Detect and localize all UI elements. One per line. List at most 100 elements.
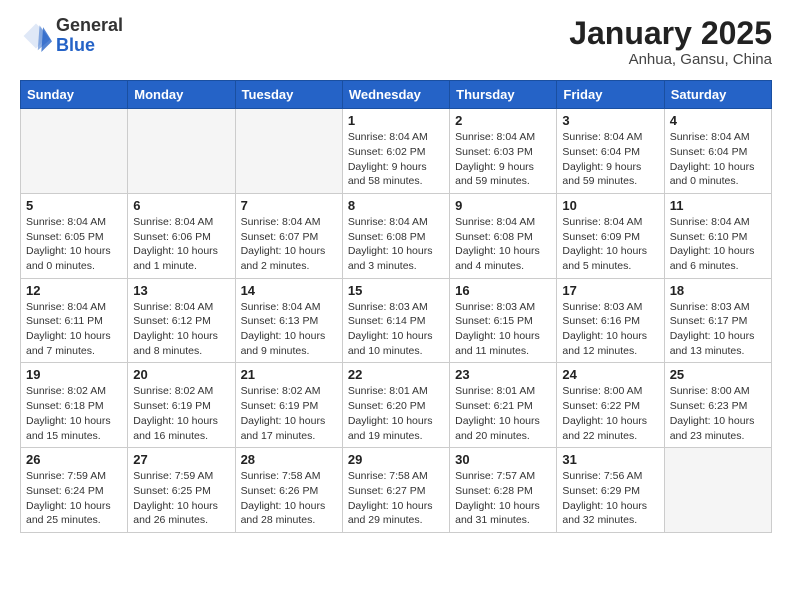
day-info: Sunrise: 7:58 AM Sunset: 6:26 PM Dayligh… bbox=[241, 469, 337, 528]
day-number: 11 bbox=[670, 198, 766, 213]
day-info: Sunrise: 8:02 AM Sunset: 6:19 PM Dayligh… bbox=[133, 384, 229, 443]
calendar-cell: 3 Sunrise: 8:04 AM Sunset: 6:04 PM Daylig… bbox=[557, 109, 664, 194]
day-info: Sunrise: 8:01 AM Sunset: 6:20 PM Dayligh… bbox=[348, 384, 444, 443]
calendar-day-header: Sunday bbox=[21, 81, 128, 109]
calendar-day-header: Saturday bbox=[664, 81, 771, 109]
day-number: 21 bbox=[241, 367, 337, 382]
page: General Blue January 2025 Anhua, Gansu, … bbox=[0, 0, 792, 549]
day-number: 27 bbox=[133, 452, 229, 467]
day-info: Sunrise: 8:04 AM Sunset: 6:08 PM Dayligh… bbox=[455, 215, 551, 274]
day-number: 23 bbox=[455, 367, 551, 382]
calendar-cell bbox=[21, 109, 128, 194]
calendar-cell: 26Sunrise: 7:59 AM Sunset: 6:24 PM Dayli… bbox=[21, 448, 128, 533]
day-info: Sunrise: 8:02 AM Sunset: 6:19 PM Dayligh… bbox=[241, 384, 337, 443]
logo-general: General bbox=[56, 15, 123, 35]
calendar-week-row: 1Sunrise: 8:04 AM Sunset: 6:02 PM Daylig… bbox=[21, 109, 772, 194]
calendar-week-row: 19Sunrise: 8:02 AM Sunset: 6:18 PM Dayli… bbox=[21, 363, 772, 448]
day-number: 24 bbox=[562, 367, 658, 382]
day-number: 29 bbox=[348, 452, 444, 467]
day-number: 14 bbox=[241, 283, 337, 298]
calendar-cell: 2Sunrise: 8:04 AM Sunset: 6:03 PM Daylig… bbox=[450, 109, 557, 194]
calendar-cell bbox=[128, 109, 235, 194]
calendar-cell: 15 Sunrise: 8:03 AM Sunset: 6:14 PM Dayli… bbox=[342, 278, 449, 363]
calendar-cell: 6 Sunrise: 8:04 AM Sunset: 6:06 PM Daylig… bbox=[128, 193, 235, 278]
day-number: 10 bbox=[562, 198, 658, 213]
calendar-header: SundayMondayTuesdayWednesdayThursdayFrid… bbox=[21, 81, 772, 109]
day-number: 13 bbox=[133, 283, 229, 298]
logo-icon bbox=[20, 20, 52, 52]
header: General Blue January 2025 Anhua, Gansu, … bbox=[20, 16, 772, 68]
day-info: Sunrise: 8:03 AM Sunset: 6:14 PM Dayligh… bbox=[348, 300, 444, 359]
logo: General Blue bbox=[20, 16, 123, 56]
calendar-cell: 21 Sunrise: 8:02 AM Sunset: 6:19 PM Dayli… bbox=[235, 363, 342, 448]
calendar-cell: 23Sunrise: 8:01 AM Sunset: 6:21 PM Dayli… bbox=[450, 363, 557, 448]
day-number: 22 bbox=[348, 367, 444, 382]
day-number: 16 bbox=[455, 283, 551, 298]
day-number: 31 bbox=[562, 452, 658, 467]
day-info: Sunrise: 8:04 AM Sunset: 6:10 PM Dayligh… bbox=[670, 215, 766, 274]
day-number: 30 bbox=[455, 452, 551, 467]
calendar-cell: 13 Sunrise: 8:04 AM Sunset: 6:12 PM Dayli… bbox=[128, 278, 235, 363]
calendar-cell: 1Sunrise: 8:04 AM Sunset: 6:02 PM Daylig… bbox=[342, 109, 449, 194]
day-number: 17 bbox=[562, 283, 658, 298]
calendar-cell: 20 Sunrise: 8:02 AM Sunset: 6:19 PM Dayli… bbox=[128, 363, 235, 448]
calendar-day-header: Thursday bbox=[450, 81, 557, 109]
day-info: Sunrise: 8:04 AM Sunset: 6:13 PM Dayligh… bbox=[241, 300, 337, 359]
day-number: 6 bbox=[133, 198, 229, 213]
day-info: Sunrise: 7:59 AM Sunset: 6:24 PM Dayligh… bbox=[26, 469, 122, 528]
day-info: Sunrise: 8:03 AM Sunset: 6:15 PM Dayligh… bbox=[455, 300, 551, 359]
calendar-title: January 2025 bbox=[569, 16, 772, 51]
calendar-cell: 14 Sunrise: 8:04 AM Sunset: 6:13 PM Dayli… bbox=[235, 278, 342, 363]
day-info: Sunrise: 8:04 AM Sunset: 6:12 PM Dayligh… bbox=[133, 300, 229, 359]
day-number: 5 bbox=[26, 198, 122, 213]
calendar-cell bbox=[235, 109, 342, 194]
day-number: 9 bbox=[455, 198, 551, 213]
calendar-week-row: 5 Sunrise: 8:04 AM Sunset: 6:05 PM Daylig… bbox=[21, 193, 772, 278]
calendar-day-header: Monday bbox=[128, 81, 235, 109]
day-number: 20 bbox=[133, 367, 229, 382]
calendar-cell: 4 Sunrise: 8:04 AM Sunset: 6:04 PM Daylig… bbox=[664, 109, 771, 194]
calendar-cell: 31 Sunrise: 7:56 AM Sunset: 6:29 PM Dayli… bbox=[557, 448, 664, 533]
day-info: Sunrise: 8:04 AM Sunset: 6:11 PM Dayligh… bbox=[26, 300, 122, 359]
calendar-cell: 18Sunrise: 8:03 AM Sunset: 6:17 PM Dayli… bbox=[664, 278, 771, 363]
calendar-day-header: Friday bbox=[557, 81, 664, 109]
calendar-cell: 28 Sunrise: 7:58 AM Sunset: 6:26 PM Dayli… bbox=[235, 448, 342, 533]
day-info: Sunrise: 8:00 AM Sunset: 6:23 PM Dayligh… bbox=[670, 384, 766, 443]
day-number: 1 bbox=[348, 113, 444, 128]
logo-blue: Blue bbox=[56, 35, 95, 55]
day-info: Sunrise: 7:58 AM Sunset: 6:27 PM Dayligh… bbox=[348, 469, 444, 528]
day-number: 28 bbox=[241, 452, 337, 467]
calendar-cell: 30 Sunrise: 7:57 AM Sunset: 6:28 PM Dayli… bbox=[450, 448, 557, 533]
day-info: Sunrise: 8:02 AM Sunset: 6:18 PM Dayligh… bbox=[26, 384, 122, 443]
calendar-cell: 19Sunrise: 8:02 AM Sunset: 6:18 PM Dayli… bbox=[21, 363, 128, 448]
calendar-cell: 27 Sunrise: 7:59 AM Sunset: 6:25 PM Dayli… bbox=[128, 448, 235, 533]
day-number: 15 bbox=[348, 283, 444, 298]
day-number: 4 bbox=[670, 113, 766, 128]
calendar-body: 1Sunrise: 8:04 AM Sunset: 6:02 PM Daylig… bbox=[21, 109, 772, 533]
calendar-subtitle: Anhua, Gansu, China bbox=[569, 51, 772, 68]
calendar-day-header: Tuesday bbox=[235, 81, 342, 109]
day-number: 7 bbox=[241, 198, 337, 213]
calendar-table: SundayMondayTuesdayWednesdayThursdayFrid… bbox=[20, 80, 772, 533]
day-info: Sunrise: 8:00 AM Sunset: 6:22 PM Dayligh… bbox=[562, 384, 658, 443]
calendar-cell: 29 Sunrise: 7:58 AM Sunset: 6:27 PM Dayli… bbox=[342, 448, 449, 533]
day-info: Sunrise: 7:59 AM Sunset: 6:25 PM Dayligh… bbox=[133, 469, 229, 528]
day-number: 3 bbox=[562, 113, 658, 128]
calendar-cell bbox=[664, 448, 771, 533]
calendar-cell: 16 Sunrise: 8:03 AM Sunset: 6:15 PM Dayli… bbox=[450, 278, 557, 363]
calendar-cell: 5 Sunrise: 8:04 AM Sunset: 6:05 PM Daylig… bbox=[21, 193, 128, 278]
day-info: Sunrise: 8:04 AM Sunset: 6:05 PM Dayligh… bbox=[26, 215, 122, 274]
day-info: Sunrise: 8:04 AM Sunset: 6:04 PM Dayligh… bbox=[670, 130, 766, 189]
day-number: 8 bbox=[348, 198, 444, 213]
day-info: Sunrise: 7:56 AM Sunset: 6:29 PM Dayligh… bbox=[562, 469, 658, 528]
day-info: Sunrise: 8:04 AM Sunset: 6:04 PM Dayligh… bbox=[562, 130, 658, 189]
logo-text: General Blue bbox=[56, 16, 123, 56]
calendar-cell: 8 Sunrise: 8:04 AM Sunset: 6:08 PM Daylig… bbox=[342, 193, 449, 278]
day-info: Sunrise: 8:04 AM Sunset: 6:06 PM Dayligh… bbox=[133, 215, 229, 274]
day-info: Sunrise: 7:57 AM Sunset: 6:28 PM Dayligh… bbox=[455, 469, 551, 528]
calendar-cell: 25Sunrise: 8:00 AM Sunset: 6:23 PM Dayli… bbox=[664, 363, 771, 448]
calendar-cell: 10 Sunrise: 8:04 AM Sunset: 6:09 PM Dayli… bbox=[557, 193, 664, 278]
day-info: Sunrise: 8:04 AM Sunset: 6:08 PM Dayligh… bbox=[348, 215, 444, 274]
day-info: Sunrise: 8:04 AM Sunset: 6:09 PM Dayligh… bbox=[562, 215, 658, 274]
title-block: January 2025 Anhua, Gansu, China bbox=[569, 16, 772, 68]
